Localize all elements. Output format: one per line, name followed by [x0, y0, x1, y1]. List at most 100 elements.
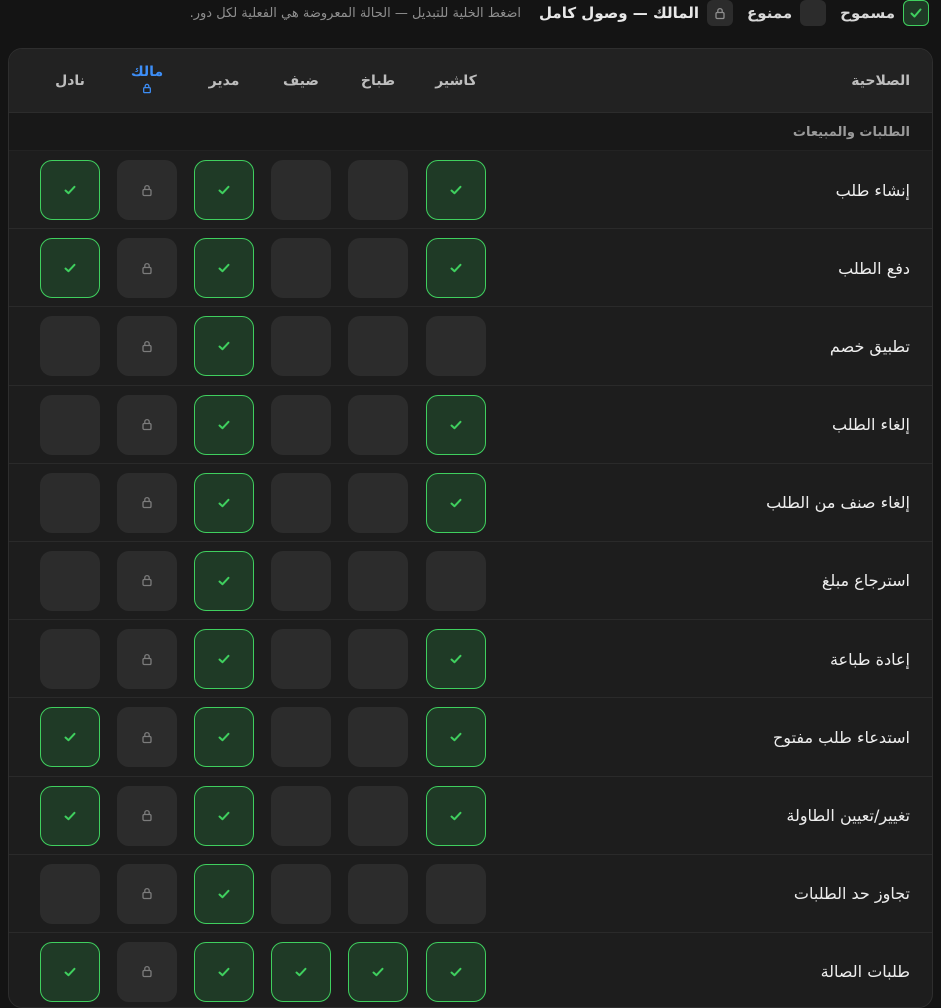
- permission-toggle-manager[interactable]: [194, 941, 254, 1002]
- table-row: تطبيق خصم: [9, 307, 932, 386]
- permission-label: إلغاء الطلب: [832, 415, 910, 435]
- permission-toggle-cashier[interactable]: [426, 863, 486, 924]
- check-icon: [216, 495, 232, 511]
- permission-toggle-cashier[interactable]: [426, 550, 486, 611]
- table-row: إنشاء طلب: [9, 151, 932, 230]
- lock-icon: [142, 82, 152, 98]
- permission-label: استدعاء طلب مفتوح: [772, 727, 910, 747]
- permission-toggle-guest[interactable]: [271, 707, 331, 768]
- permission-toggle-cashier[interactable]: [426, 629, 486, 690]
- check-icon: [216, 338, 232, 354]
- permission-toggle-manager[interactable]: [194, 394, 254, 455]
- column-header-guest: ضيف: [271, 49, 331, 113]
- permission-toggle-guest[interactable]: [271, 472, 331, 533]
- permission-toggle-cook[interactable]: [348, 394, 408, 455]
- permission-toggle-guest[interactable]: [271, 394, 331, 455]
- permission-toggle-cashier[interactable]: [426, 316, 486, 377]
- permission-toggle-guest[interactable]: [271, 941, 331, 1002]
- permission-toggle-waiter[interactable]: [40, 472, 100, 533]
- permission-toggle-cook[interactable]: [348, 707, 408, 768]
- permission-toggle-waiter[interactable]: [40, 785, 100, 846]
- permission-toggle-waiter[interactable]: [40, 863, 100, 924]
- column-header-cook: طباخ: [348, 49, 408, 113]
- permission-toggle-manager[interactable]: [194, 316, 254, 377]
- permission-toggle-owner: [117, 941, 177, 1002]
- permission-toggle-waiter[interactable]: [40, 316, 100, 377]
- check-icon: [216, 729, 232, 745]
- permission-toggle-waiter[interactable]: [40, 707, 100, 768]
- permission-toggle-cook[interactable]: [348, 472, 408, 533]
- permission-toggle-cook[interactable]: [348, 550, 408, 611]
- lock-icon: [141, 262, 153, 275]
- lock-icon: [141, 184, 153, 197]
- permission-toggle-cashier[interactable]: [426, 707, 486, 768]
- table-row: إلغاء صنف من الطلب: [9, 464, 932, 542]
- check-icon: [62, 964, 78, 980]
- permission-toggle-manager[interactable]: [194, 160, 254, 220]
- check-icon: [448, 417, 464, 433]
- permission-toggle-waiter[interactable]: [40, 160, 100, 220]
- lock-icon: [141, 496, 153, 509]
- column-label: كاشير: [435, 73, 477, 89]
- check-icon: [370, 964, 386, 980]
- permission-toggle-guest[interactable]: [271, 863, 331, 924]
- permission-toggle-owner: [117, 238, 177, 299]
- permission-toggle-owner: [117, 785, 177, 846]
- check-icon: [448, 964, 464, 980]
- permission-rows: إنشاء طلب دفع الطلب تطبيق خصم إلغاء الطلب إل…: [9, 151, 932, 1007]
- permission-toggle-cashier[interactable]: [426, 160, 486, 220]
- permission-label: إعادة طباعة: [829, 649, 910, 669]
- permission-toggle-waiter[interactable]: [40, 550, 100, 611]
- permission-toggle-cashier[interactable]: [426, 472, 486, 533]
- permission-toggle-cook[interactable]: [348, 238, 408, 299]
- lock-icon: [707, 0, 734, 26]
- permission-toggle-cook[interactable]: [348, 863, 408, 924]
- permission-toggle-waiter[interactable]: [40, 394, 100, 455]
- permission-toggle-manager[interactable]: [194, 785, 254, 846]
- permission-toggle-manager[interactable]: [194, 707, 254, 768]
- permission-label: طلبات الصالة: [820, 962, 910, 982]
- permission-column-header: الصلاحية: [851, 73, 910, 89]
- permission-toggle-cook[interactable]: [348, 785, 408, 846]
- permission-toggle-cook[interactable]: [348, 629, 408, 690]
- permission-toggle-cook[interactable]: [348, 316, 408, 377]
- permission-toggle-cashier[interactable]: [426, 941, 486, 1002]
- column-header-owner: مالك: [117, 49, 177, 113]
- table-row: إلغاء الطلب: [9, 386, 932, 464]
- check-icon: [216, 651, 232, 667]
- check-icon: [903, 0, 929, 26]
- permission-toggle-cashier[interactable]: [426, 785, 486, 846]
- permission-toggle-cashier[interactable]: [426, 394, 486, 455]
- permission-toggle-waiter[interactable]: [40, 629, 100, 690]
- permission-toggle-waiter[interactable]: [40, 941, 100, 1002]
- permission-toggle-guest[interactable]: [271, 550, 331, 611]
- lock-icon: [141, 653, 153, 666]
- check-icon: [448, 495, 464, 511]
- check-icon: [216, 182, 232, 198]
- permission-label: تطبيق خصم: [829, 336, 910, 356]
- permission-toggle-manager[interactable]: [194, 629, 254, 690]
- empty-box-icon: [800, 0, 827, 26]
- permission-toggle-guest[interactable]: [271, 238, 331, 299]
- permission-toggle-manager[interactable]: [194, 238, 254, 299]
- check-icon: [62, 808, 78, 824]
- lock-icon: [141, 340, 153, 353]
- permission-toggle-cashier[interactable]: [426, 238, 486, 299]
- permission-toggle-guest[interactable]: [271, 160, 331, 220]
- permission-toggle-manager[interactable]: [194, 472, 254, 533]
- column-label: مالك: [130, 64, 164, 80]
- permission-toggle-guest[interactable]: [271, 629, 331, 690]
- permission-toggle-manager[interactable]: [194, 863, 254, 924]
- permission-toggle-waiter[interactable]: [40, 238, 100, 299]
- permission-toggle-guest[interactable]: [271, 316, 331, 377]
- check-icon: [448, 808, 464, 824]
- table-row: دفع الطلب: [9, 229, 932, 308]
- check-icon: [62, 182, 78, 198]
- permission-toggle-cook[interactable]: [348, 160, 408, 220]
- permission-toggle-cook[interactable]: [348, 941, 408, 1002]
- column-header-manager: مدير: [194, 49, 254, 113]
- table-row: استدعاء طلب مفتوح: [9, 698, 932, 777]
- permission-toggle-manager[interactable]: [194, 550, 254, 611]
- lock-icon: [141, 965, 153, 978]
- permission-toggle-guest[interactable]: [271, 785, 331, 846]
